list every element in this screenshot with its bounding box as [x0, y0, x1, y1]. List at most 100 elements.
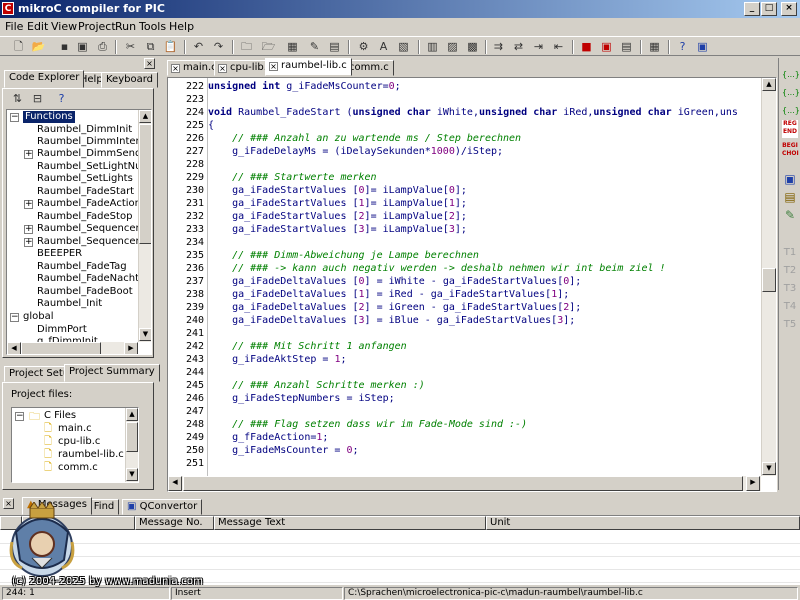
code-line[interactable]: // ### Flag setzen dass wir im Fade-Mode… — [208, 418, 527, 431]
monitor-icon[interactable]: ▣ — [782, 173, 798, 185]
tree-item[interactable]: DimmPort — [37, 324, 87, 336]
help-icon[interactable]: ? — [53, 91, 70, 107]
app-icon[interactable]: C — [2, 2, 14, 15]
tab-qconvertor[interactable]: ▣ QConvertor — [122, 499, 203, 515]
grid-header-message-no[interactable]: Message No. — [135, 516, 214, 530]
editor-vertical-scrollbar[interactable]: ▲ ▼ — [761, 78, 776, 476]
close-button[interactable]: × — [781, 2, 797, 16]
statistics-icon[interactable]: ▨ — [444, 39, 461, 55]
scroll-down-arrow-icon[interactable]: ▼ — [139, 328, 151, 341]
tree-item[interactable]: Raumbel_DimmSend — [37, 148, 141, 160]
expand-toggle[interactable]: + — [24, 200, 33, 209]
messages-grid[interactable]: Message No. Message Text Unit — [0, 515, 800, 585]
code-editor[interactable]: 222 223 224 225 226 227 228 229 230 231 232 233 234 2… — [167, 77, 777, 492]
code-line[interactable]: // ### Anzahl an zu wartende ms / Step b… — [208, 132, 521, 145]
tree-item[interactable]: BEEEPER — [37, 248, 82, 260]
code-line[interactable]: g_iFadeMsCounter = 0; — [208, 444, 358, 457]
copy-icon[interactable]: ⧉ — [142, 39, 159, 55]
minimize-button[interactable]: _ — [744, 2, 760, 16]
new-project-icon[interactable]: 🗀 — [238, 39, 255, 55]
menu-project[interactable]: Project — [78, 20, 116, 33]
code-line[interactable]: void Raumbel_FadeStart (unsigned char iW… — [208, 106, 738, 119]
programmer-icon[interactable]: ▩ — [464, 39, 481, 55]
scroll-right-arrow-icon[interactable]: ▶ — [746, 476, 760, 491]
tab-keyboard[interactable]: Keyboard — [101, 72, 159, 88]
code-line[interactable]: ga_iFadeDeltaValues [2] = iGreen - ga_iF… — [208, 301, 581, 314]
step-over-icon[interactable]: ⇥ — [530, 39, 547, 55]
tree-item[interactable]: Raumbel_FadeBoot — [37, 286, 133, 298]
scroll-up-arrow-icon[interactable]: ▲ — [126, 408, 138, 421]
code-line[interactable]: ga_iFadeStartValues [2]= iLampValue[2]; — [208, 210, 467, 223]
scroll-right-arrow-icon[interactable]: ▶ — [124, 342, 138, 354]
paste-icon[interactable]: 📋 — [162, 39, 179, 55]
code-line[interactable]: // ### -> kann auch negativ werden -> de… — [208, 262, 665, 275]
scroll-left-arrow-icon[interactable]: ◀ — [7, 342, 21, 354]
expand-toggle[interactable]: + — [24, 238, 33, 247]
save-project-icon[interactable]: ▦ — [284, 39, 301, 55]
tree-item[interactable]: Raumbel_SetLightNumber — [37, 161, 151, 173]
code-line[interactable]: g_iFadeDelayMs = (iDelaySekunden*1000)/i… — [208, 145, 503, 158]
watch-icon[interactable]: ▤ — [618, 39, 635, 55]
scroll-thumb[interactable] — [21, 342, 101, 354]
code-line[interactable]: ga_iFadeStartValues [3]= iLampValue[3]; — [208, 223, 467, 236]
breakpoint-icon[interactable]: ■ — [578, 39, 595, 55]
clear-breakpoints-icon[interactable]: ▣ — [598, 39, 615, 55]
tree-item[interactable]: Raumbel_FadeStart — [37, 186, 134, 198]
tools-icon[interactable]: ✎ — [782, 209, 798, 221]
menu-help[interactable]: Help — [169, 20, 194, 33]
scroll-up-arrow-icon[interactable]: ▲ — [139, 110, 151, 123]
scroll-up-arrow-icon[interactable]: ▲ — [762, 78, 776, 91]
scroll-left-arrow-icon[interactable]: ◀ — [168, 476, 182, 491]
font-icon[interactable]: A — [375, 39, 392, 55]
close-tab-icon[interactable]: × — [218, 64, 227, 73]
sort-icon[interactable]: ⇅ — [9, 91, 26, 107]
code-line[interactable]: // ### Mit Schritt 1 anfangen — [208, 340, 407, 353]
tab-code-explorer[interactable]: Code Explorer — [4, 70, 85, 88]
editor-tab-raumbel-lib[interactable]: × raumbel-lib.c — [265, 58, 352, 76]
code-line[interactable]: ga_iFadeStartValues [0]= iLampValue[0]; — [208, 184, 467, 197]
region-end-icon[interactable]: REG END — [782, 120, 798, 138]
listing-icon[interactable]: ▥ — [424, 39, 441, 55]
project-file[interactable]: cpu-lib.c — [58, 436, 100, 448]
close-tab-icon[interactable]: × — [171, 64, 180, 73]
edit-project-icon[interactable]: ✎ — [306, 39, 323, 55]
tree-item[interactable]: Raumbel_FadeAction — [37, 198, 141, 210]
open-project-icon[interactable]: 🗁 — [260, 39, 277, 55]
collapse-toggle[interactable]: − — [10, 113, 19, 122]
run-icon[interactable]: ⇉ — [490, 39, 507, 55]
menu-edit[interactable]: Edit — [27, 20, 48, 33]
template-t1[interactable]: T1 — [782, 248, 798, 258]
close-tab-icon[interactable]: × — [269, 62, 278, 71]
scroll-thumb[interactable] — [126, 422, 138, 452]
tree-item[interactable]: Raumbel_FadeNacht — [37, 273, 139, 285]
code-line[interactable]: // ### Startwerte merken — [208, 171, 377, 184]
tree-item[interactable]: Raumbel_FadeStop — [37, 211, 132, 223]
tab-project-summary[interactable]: Project Summary — [64, 364, 160, 382]
tree-node-functions[interactable]: Functions — [23, 111, 75, 123]
code-line[interactable]: // ### Anzahl Schritte merken :) — [208, 379, 425, 392]
about-icon[interactable]: ▣ — [694, 39, 711, 55]
scroll-down-arrow-icon[interactable]: ▼ — [126, 468, 138, 481]
view-assembly-icon[interactable]: ▧ — [395, 39, 412, 55]
code-line[interactable]: ga_iFadeStartValues [1]= iLampValue[1]; — [208, 197, 467, 210]
redo-icon[interactable]: ↷ — [210, 39, 227, 55]
collapse-toggle[interactable]: − — [10, 313, 19, 322]
options-icon[interactable]: ▦ — [646, 39, 663, 55]
code-line[interactable]: ga_iFadeDeltaValues [1] = iRed - ga_iFad… — [208, 288, 569, 301]
menu-file[interactable]: File — [5, 20, 23, 33]
tree-item[interactable]: Raumbel_Init — [37, 298, 102, 310]
template-t2[interactable]: T2 — [782, 266, 798, 276]
project-vertical-scrollbar[interactable]: ▲ ▼ — [125, 408, 138, 482]
collapse-icon[interactable]: ⊟ — [29, 91, 46, 107]
scroll-down-arrow-icon[interactable]: ▼ — [762, 462, 776, 475]
menu-run[interactable]: Run — [115, 20, 136, 33]
code-line[interactable]: g_iFadeStepNumbers = iStep; — [208, 392, 395, 405]
tree-node-global[interactable]: global — [23, 311, 54, 323]
scroll-thumb[interactable] — [183, 476, 743, 491]
code-line[interactable]: { — [208, 119, 214, 132]
tree-horizontal-scrollbar[interactable]: ◀ ▶ — [7, 342, 138, 354]
cut-icon[interactable]: ✂ — [122, 39, 139, 55]
build-icon[interactable]: ⚙ — [355, 39, 372, 55]
tree-item[interactable]: Raumbel_DimmInternalSer — [37, 136, 151, 148]
insert-block-icon[interactable]: {...} — [782, 70, 800, 80]
